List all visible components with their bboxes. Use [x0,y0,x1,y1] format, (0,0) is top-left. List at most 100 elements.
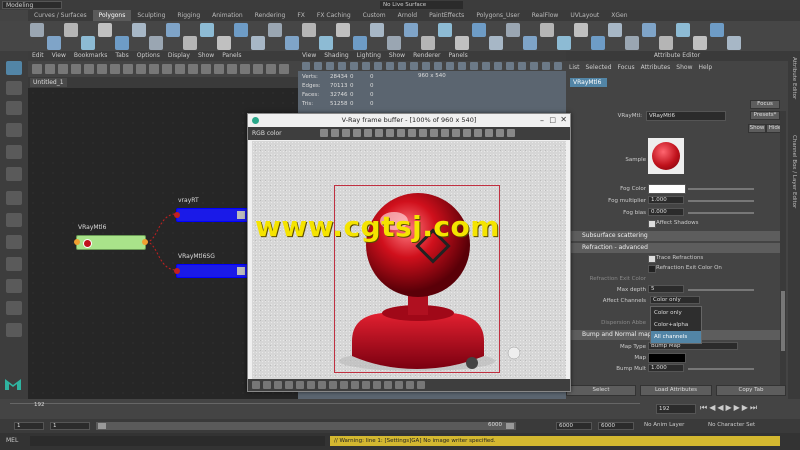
toolbar-icon[interactable] [422,62,430,70]
toolbar-icon[interactable] [351,381,359,389]
toolbar-icon[interactable] [397,129,405,137]
max-depth-slider[interactable] [688,289,754,291]
toolbar-icon[interactable] [175,64,185,74]
trace-refractions-checkbox[interactable] [648,255,656,263]
toolbar-icon[interactable] [253,64,263,74]
option-all-channels[interactable]: All channels [651,331,701,343]
fog-bias-slider[interactable] [688,212,754,214]
toolbar-icon[interactable] [350,62,358,70]
toolbar-icon[interactable] [97,64,107,74]
toolbar-icon[interactable] [408,129,416,137]
layout-persp-icon[interactable] [6,323,22,337]
layout-four-icon[interactable] [6,213,22,227]
shelf-tool-icon[interactable] [336,23,350,37]
shelf-tool-icon[interactable] [302,23,316,37]
input-port-icon[interactable] [174,268,180,274]
shelf-tool-icon[interactable] [200,23,214,37]
shelf-tab[interactable]: FX Caching [311,10,357,21]
toolbar-icon[interactable] [410,62,418,70]
toolbar-icon[interactable] [554,62,562,70]
shelf-tab[interactable]: UVLayout [564,10,605,21]
toolbar-icon[interactable] [452,129,460,137]
tab-untitled[interactable]: Untitled_1 [30,78,67,87]
shelf-tab[interactable]: Rigging [171,10,206,21]
range-bar[interactable]: 6000 [96,422,516,430]
node-menu-show[interactable]: Show [194,51,218,61]
fog-bias-field[interactable]: 0.000 [648,208,684,216]
toolbar-icon[interactable] [71,64,81,74]
toolbar-icon[interactable] [274,381,282,389]
fog-color-swatch[interactable] [648,184,686,194]
toolbar-icon[interactable] [406,381,414,389]
command-input[interactable] [30,436,325,446]
range-handle-end[interactable] [506,423,514,429]
toolbar-icon[interactable] [162,64,172,74]
toolbar-icon[interactable] [530,62,538,70]
toolbar-icon[interactable] [320,129,328,137]
shelf-tab[interactable]: Custom [357,10,392,21]
attr-menu-attributes[interactable]: Attributes [638,63,674,73]
toolbar-icon[interactable] [430,129,438,137]
shelf-tab[interactable]: PaintEffects [423,10,470,21]
toolbar-icon[interactable] [386,62,394,70]
shelf-tool-icon[interactable] [489,36,503,50]
shelf-tab[interactable]: RealFlow [526,10,565,21]
shelf-tool-icon[interactable] [438,23,452,37]
toolbar-icon[interactable] [342,129,350,137]
shelf-tool-icon[interactable] [591,36,605,50]
shelf-tool-icon[interactable] [540,23,554,37]
live-surface-field[interactable]: No Live Surface [380,1,463,9]
tab-vraymtl6[interactable]: VRayMtl6 [570,78,607,87]
fog-color-slider[interactable] [688,188,754,190]
shelf-tool-icon[interactable] [149,36,163,50]
shelf-tool-icon[interactable] [47,36,61,50]
toolbar-icon[interactable] [123,64,133,74]
attr-menu-help[interactable]: Help [695,63,715,73]
toolbar-icon[interactable] [364,129,372,137]
shelf-tab[interactable]: FX [291,10,311,21]
viewport-menu-show[interactable]: Show [385,51,409,61]
toolbar-icon[interactable] [506,62,514,70]
toolbar-icon[interactable] [285,381,293,389]
section-refraction-advanced[interactable]: Refraction - advanced [570,243,780,253]
presets-button[interactable]: Presets* [750,111,780,120]
toolbar-icon[interactable] [84,64,94,74]
shelf-tool-icon[interactable] [625,36,639,50]
node-menu-bookmarks[interactable]: Bookmarks [70,51,112,61]
toolbar-icon[interactable] [474,129,482,137]
toolbar-icon[interactable] [338,62,346,70]
toolbar-icon[interactable] [507,129,515,137]
shelf-tool-icon[interactable] [319,36,333,50]
shelf-tool-icon[interactable] [523,36,537,50]
attr-menu-selected[interactable]: Selected [583,63,615,73]
toolbar-icon[interactable] [279,64,289,74]
shelf-tool-icon[interactable] [217,36,231,50]
toolbar-icon[interactable] [463,129,471,137]
shelf-tool-icon[interactable] [234,23,248,37]
current-frame-field[interactable]: 192 [656,404,696,414]
mode-selector[interactable]: Modeling [2,1,62,9]
rotate-tool-icon[interactable] [6,145,22,159]
shelf-tool-icon[interactable] [132,23,146,37]
render-node[interactable] [174,208,250,222]
shelf-tool-icon[interactable] [472,23,486,37]
shelf-tab[interactable]: XGen [605,10,633,21]
layout-uv-icon[interactable] [6,301,22,315]
node-menu-panels[interactable]: Panels [218,51,245,61]
layout-single-icon[interactable] [6,191,22,205]
shelf-tool-icon[interactable] [727,36,741,50]
toolbar-icon[interactable] [240,64,250,74]
shelf-tool-icon[interactable] [268,23,282,37]
toolbar-icon[interactable] [188,64,198,74]
toolbar-icon[interactable] [110,64,120,74]
scale-tool-icon[interactable] [6,167,22,181]
shelf-tool-icon[interactable] [608,23,622,37]
toolbar-icon[interactable] [375,129,383,137]
toolbar-icon[interactable] [542,62,550,70]
shelf-tab[interactable]: Animation [206,10,249,21]
affect-channels-dropdown[interactable]: Color only Color+alpha All channels [650,306,702,344]
toolbar-icon[interactable] [136,64,146,74]
affect-shadows-checkbox[interactable] [648,220,656,228]
shelf-tool-icon[interactable] [506,23,520,37]
shading-group-node[interactable] [174,264,250,278]
